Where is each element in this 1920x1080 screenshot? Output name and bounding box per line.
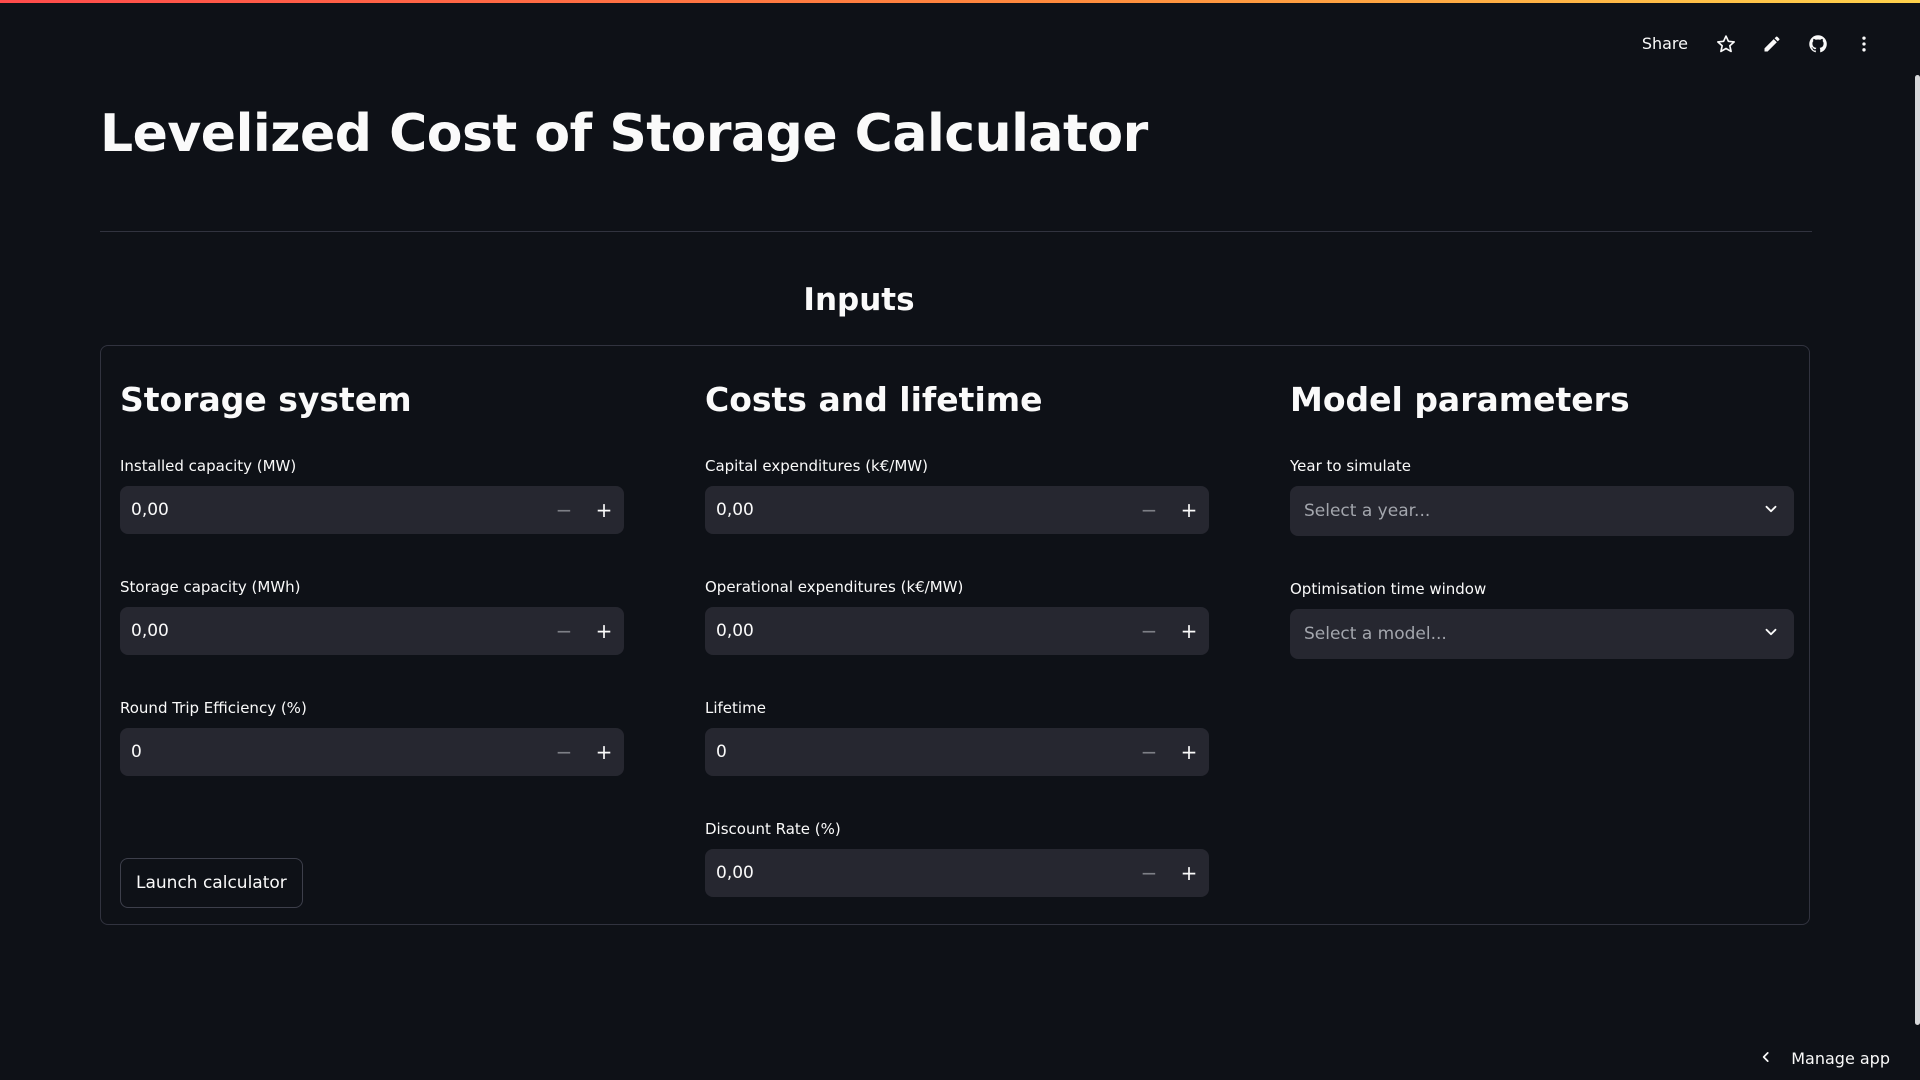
round-trip-efficiency-input[interactable] xyxy=(120,727,544,777)
column-title-model: Model parameters xyxy=(1290,380,1630,419)
inputs-panel: Storage system Installed capacity (MW) −… xyxy=(100,345,1810,925)
field-lifetime: Lifetime − + xyxy=(705,698,1209,777)
field-optimisation-window: Optimisation time window Select a model.… xyxy=(1290,579,1794,659)
field-label: Round Trip Efficiency (%) xyxy=(120,699,307,717)
field-year-to-simulate: Year to simulate Select a year... xyxy=(1290,456,1794,536)
year-select[interactable]: Select a year... xyxy=(1290,486,1794,536)
costs-lifetime-column: Costs and lifetime Capital expenditures … xyxy=(705,376,1209,940)
opex-input[interactable] xyxy=(705,606,1129,656)
increment-button[interactable]: + xyxy=(584,607,624,655)
manage-app-button[interactable]: Manage app xyxy=(1759,1049,1890,1068)
increment-button[interactable]: + xyxy=(1169,728,1209,776)
number-input-wrapper: − + xyxy=(120,727,624,777)
field-discount-rate: Discount Rate (%) − + xyxy=(705,819,1209,898)
decrement-button[interactable]: − xyxy=(544,728,584,776)
model-parameters-column: Model parameters Year to simulate Select… xyxy=(1290,376,1794,702)
increment-button[interactable]: + xyxy=(1169,486,1209,534)
field-label: Operational expenditures (k€/MW) xyxy=(705,578,964,596)
select-placeholder: Select a model... xyxy=(1304,624,1447,644)
number-input-wrapper: − + xyxy=(120,485,624,535)
more-vertical-icon[interactable] xyxy=(1848,28,1880,60)
field-label: Storage capacity (MWh) xyxy=(120,578,301,596)
decrement-button[interactable]: − xyxy=(544,486,584,534)
decrement-button[interactable]: − xyxy=(1129,607,1169,655)
increment-button[interactable]: + xyxy=(584,486,624,534)
field-label: Lifetime xyxy=(705,699,766,717)
share-button[interactable]: Share xyxy=(1634,26,1696,61)
column-title-costs: Costs and lifetime xyxy=(705,380,1043,419)
field-capex: Capital expenditures (k€/MW) − + xyxy=(705,456,1209,535)
model-select[interactable]: Select a model... xyxy=(1290,609,1794,659)
storage-capacity-input[interactable] xyxy=(120,606,544,656)
column-title-storage: Storage system xyxy=(120,380,412,419)
number-input-wrapper: − + xyxy=(705,485,1209,535)
chevron-down-icon xyxy=(1762,623,1780,645)
number-input-wrapper: − + xyxy=(120,606,624,656)
github-icon[interactable] xyxy=(1802,28,1834,60)
pencil-icon[interactable] xyxy=(1756,28,1788,60)
storage-system-column: Storage system Installed capacity (MW) −… xyxy=(120,376,624,819)
chevron-left-icon xyxy=(1759,1049,1773,1068)
field-label: Optimisation time window xyxy=(1290,580,1487,598)
select-placeholder: Select a year... xyxy=(1304,501,1431,521)
launch-calculator-button[interactable]: Launch calculator xyxy=(120,858,303,908)
field-label: Discount Rate (%) xyxy=(705,820,841,838)
capex-input[interactable] xyxy=(705,485,1129,535)
decrement-button[interactable]: − xyxy=(1129,728,1169,776)
star-icon[interactable] xyxy=(1710,28,1742,60)
discount-rate-input[interactable] xyxy=(705,848,1129,898)
increment-button[interactable]: + xyxy=(1169,607,1209,655)
manage-app-label: Manage app xyxy=(1791,1049,1890,1068)
field-opex: Operational expenditures (k€/MW) − + xyxy=(705,577,1209,656)
number-input-wrapper: − + xyxy=(705,727,1209,777)
field-round-trip-efficiency: Round Trip Efficiency (%) − + xyxy=(120,698,624,777)
number-input-wrapper: − + xyxy=(705,606,1209,656)
decrement-button[interactable]: − xyxy=(544,607,584,655)
top-decoration-stripe xyxy=(0,0,1920,3)
field-installed-capacity: Installed capacity (MW) − + xyxy=(120,456,624,535)
lifetime-input[interactable] xyxy=(705,727,1129,777)
field-label: Installed capacity (MW) xyxy=(120,457,297,475)
divider xyxy=(100,231,1812,232)
increment-button[interactable]: + xyxy=(584,728,624,776)
field-label: Year to simulate xyxy=(1290,457,1411,475)
decrement-button[interactable]: − xyxy=(1129,849,1169,897)
decrement-button[interactable]: − xyxy=(1129,486,1169,534)
installed-capacity-input[interactable] xyxy=(120,485,544,535)
header-toolbar: Share xyxy=(1634,26,1880,61)
field-label: Capital expenditures (k€/MW) xyxy=(705,457,928,475)
chevron-down-icon xyxy=(1762,500,1780,522)
field-storage-capacity: Storage capacity (MWh) − + xyxy=(120,577,624,656)
section-title-inputs: Inputs xyxy=(803,282,915,318)
scrollbar[interactable] xyxy=(1915,75,1920,1025)
page-title: Levelized Cost of Storage Calculator xyxy=(100,104,1148,164)
number-input-wrapper: − + xyxy=(705,848,1209,898)
increment-button[interactable]: + xyxy=(1169,849,1209,897)
